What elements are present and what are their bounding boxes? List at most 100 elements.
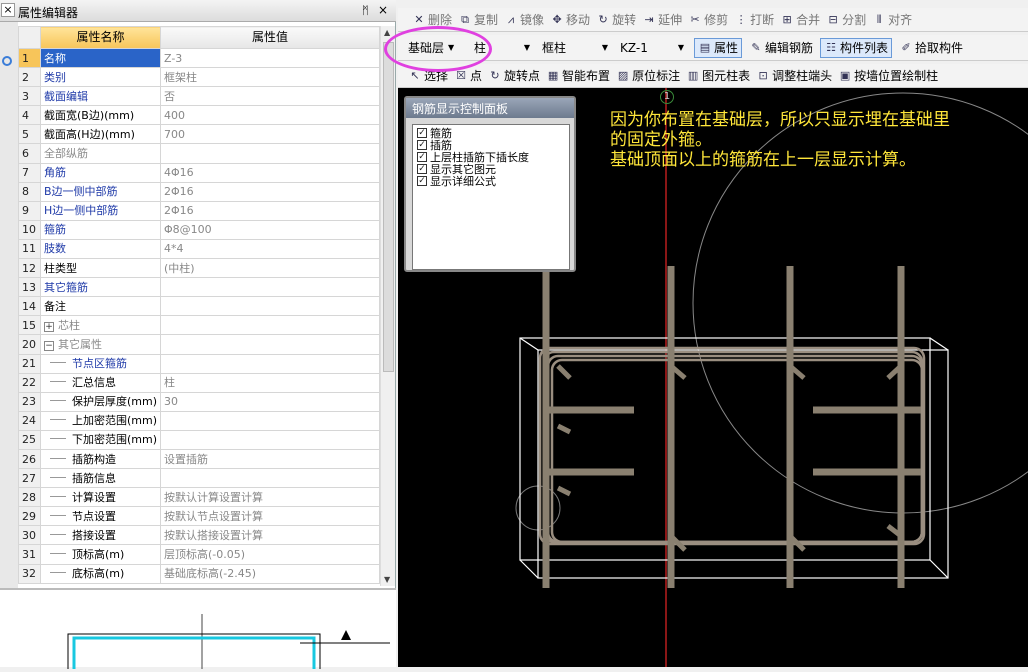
table-row[interactable]: 3 截面编辑 否 bbox=[18, 86, 380, 107]
attribute-button[interactable]: ▤ 属性 bbox=[694, 37, 743, 58]
property-value[interactable]: 框架柱 bbox=[160, 67, 380, 88]
draw-tool-4[interactable]: ▨ 原位标注 bbox=[616, 67, 680, 84]
toolbar-item-7[interactable]: ⋮ 打断 bbox=[734, 11, 775, 28]
component-list-button[interactable]: ☷ 构件列表 bbox=[820, 37, 893, 58]
checkbox[interactable]: ✓ bbox=[417, 128, 427, 138]
property-scrollbar[interactable]: ▲ ▼ bbox=[380, 26, 395, 586]
table-row[interactable]: 2 类别 框架柱 bbox=[18, 67, 380, 88]
control-checkbox-4[interactable]: ✓ 显示详细公式 bbox=[417, 175, 565, 187]
table-row[interactable]: 31 顶标高(m) 层顶标高(-0.05) bbox=[18, 544, 380, 565]
element-dropdown[interactable]: KZ-1 ▼ bbox=[620, 38, 690, 58]
toolbar-item-5[interactable]: ⇥ 延伸 bbox=[642, 11, 682, 28]
toolbar-item-6[interactable]: ✂ 修剪 bbox=[688, 11, 728, 28]
property-value[interactable] bbox=[160, 468, 380, 489]
property-value[interactable]: 按默认搭接设置计算 bbox=[160, 525, 380, 546]
control-checkbox-2[interactable]: ✓ 上层柱插筋下插长度 bbox=[417, 151, 565, 163]
table-row[interactable]: 28 计算设置 按默认计算设置计算 bbox=[18, 487, 380, 508]
table-row[interactable]: 29 节点设置 按默认节点设置计算 bbox=[18, 506, 380, 527]
table-row[interactable]: 13 其它箍筋 bbox=[18, 277, 380, 298]
table-row[interactable]: 27 插筋信息 bbox=[18, 468, 380, 489]
control-checkbox-1[interactable]: ✓ 插筋 bbox=[417, 139, 565, 151]
control-checkbox-0[interactable]: ✓ 箍筋 bbox=[417, 127, 565, 139]
draw-tool-5[interactable]: ▥ 图元柱表 bbox=[686, 67, 750, 84]
edit-rebar-button[interactable]: ✎ 编辑钢筋 bbox=[745, 38, 817, 58]
property-value[interactable] bbox=[160, 334, 380, 355]
property-value[interactable]: 4Φ16 bbox=[160, 162, 380, 183]
property-value[interactable]: 按默认节点设置计算 bbox=[160, 506, 380, 527]
property-value[interactable] bbox=[160, 277, 380, 298]
table-row[interactable]: 14 备注 bbox=[18, 296, 380, 317]
table-row[interactable]: 7 角筋 4Φ16 bbox=[18, 162, 380, 183]
property-value[interactable]: 按默认计算设置计算 bbox=[160, 487, 380, 508]
property-value[interactable] bbox=[160, 143, 380, 164]
table-row[interactable]: 20− 其它属性 bbox=[18, 334, 380, 355]
table-row[interactable]: 5 截面高(H边)(mm) 700 bbox=[18, 124, 380, 145]
draw-tool-7[interactable]: ▣ 按墙位置绘制柱 bbox=[838, 67, 938, 84]
toolbar-item-1[interactable]: ⧉ 复制 bbox=[458, 11, 498, 28]
property-value[interactable]: 2Φ16 bbox=[160, 200, 380, 221]
table-row[interactable]: 15 + 芯柱 bbox=[18, 315, 380, 336]
table-row[interactable]: 10 箍筋 Φ8@100 bbox=[18, 219, 380, 240]
table-row[interactable]: 8 B边一侧中部筋 2Φ16 bbox=[18, 181, 380, 202]
draw-tool-2[interactable]: ↻ 旋转点 bbox=[488, 67, 540, 84]
property-value[interactable]: 30 bbox=[160, 391, 380, 412]
property-value[interactable]: 柱 bbox=[160, 372, 380, 393]
expand-toggle-icon[interactable]: + bbox=[44, 321, 54, 332]
toolbar-item-3[interactable]: ✥ 移动 bbox=[550, 11, 590, 28]
table-row[interactable]: 32 底标高(m) 基础底标高(-2.45) bbox=[18, 563, 380, 584]
property-value[interactable]: 400 bbox=[160, 105, 380, 126]
property-value[interactable]: Φ8@100 bbox=[160, 219, 380, 240]
checkbox[interactable]: ✓ bbox=[417, 140, 427, 150]
table-row[interactable]: 24 上加密范围(mm) bbox=[18, 410, 380, 431]
property-value[interactable]: 否 bbox=[160, 86, 380, 107]
table-row[interactable]: 30 搭接设置 按默认搭接设置计算 bbox=[18, 525, 380, 546]
table-row[interactable]: 22 汇总信息 柱 bbox=[18, 372, 380, 393]
table-row[interactable]: 1 名称 Z-3 bbox=[18, 47, 380, 69]
close-left-icon[interactable]: × bbox=[1, 3, 15, 17]
toolbar-item-10[interactable]: ⫴ 对齐 bbox=[872, 11, 912, 28]
property-value[interactable]: 700 bbox=[160, 124, 380, 145]
toolbar-label: 打断 bbox=[750, 13, 775, 27]
close-icon[interactable]: × bbox=[378, 3, 388, 17]
property-value[interactable] bbox=[160, 429, 380, 450]
table-row[interactable]: 11 肢数 4*4 bbox=[18, 238, 380, 260]
property-value[interactable]: (中柱) bbox=[160, 258, 380, 279]
draw-tool-6[interactable]: ⊡ 调整柱端头 bbox=[756, 67, 832, 84]
pin-icon[interactable]: ᛗ bbox=[362, 4, 369, 17]
property-value[interactable] bbox=[160, 315, 380, 336]
scroll-thumb[interactable] bbox=[383, 42, 394, 372]
draw-tool-3[interactable]: ▦ 智能布置 bbox=[546, 67, 610, 84]
table-row[interactable]: 9 H边一侧中部筋 2Φ16 bbox=[18, 200, 380, 221]
checkbox[interactable]: ✓ bbox=[417, 164, 427, 174]
table-row[interactable]: 21 节点区箍筋 bbox=[18, 353, 380, 374]
table-row[interactable]: 6 全部纵筋 bbox=[18, 143, 380, 164]
subtype-dropdown[interactable]: 框柱 ▼ bbox=[542, 38, 616, 58]
property-value[interactable] bbox=[160, 296, 380, 317]
pick-component-button[interactable]: ✐ 拾取构件 bbox=[895, 38, 967, 58]
property-value[interactable]: Z-3 bbox=[160, 47, 380, 69]
toolbar-item-9[interactable]: ⊟ 分割 bbox=[826, 11, 867, 28]
table-row[interactable]: 4 截面宽(B边)(mm) 400 bbox=[18, 105, 380, 126]
expand-toggle-icon[interactable]: − bbox=[44, 340, 54, 351]
3d-canvas[interactable]: 1 钢筋显示控制面板 ✓ 箍筋 ✓ 插筋 ✓ 上层柱插筋下插长度 ✓ 显示其它图元 ✓ 显示详细公… bbox=[398, 88, 1028, 667]
table-row[interactable]: 26 插筋构造 设置插筋 bbox=[18, 448, 380, 470]
toolbar-item-2[interactable]: ⩘ 镜像 bbox=[504, 11, 544, 28]
table-row[interactable]: 12 柱类型 (中柱) bbox=[18, 258, 380, 279]
table-row[interactable]: 23 保护层厚度(mm) 30 bbox=[18, 391, 380, 412]
property-value[interactable] bbox=[160, 353, 380, 374]
property-value[interactable]: 4*4 bbox=[160, 238, 380, 260]
scroll-down-icon[interactable]: ▼ bbox=[384, 575, 390, 584]
property-value[interactable]: 层顶标高(-0.05) bbox=[160, 544, 380, 565]
scroll-up-icon[interactable]: ▲ bbox=[384, 28, 390, 37]
checkbox[interactable]: ✓ bbox=[417, 152, 427, 162]
property-value[interactable]: 设置插筋 bbox=[160, 448, 380, 470]
row-index: 22 bbox=[18, 372, 41, 393]
toolbar-item-4[interactable]: ↻ 旋转 bbox=[596, 11, 636, 28]
property-value[interactable]: 基础底标高(-2.45) bbox=[160, 563, 380, 584]
toolbar-item-8[interactable]: ⊞ 合并 bbox=[780, 11, 821, 28]
control-checkbox-3[interactable]: ✓ 显示其它图元 bbox=[417, 163, 565, 175]
table-row[interactable]: 25 下加密范围(mm) bbox=[18, 429, 380, 450]
property-value[interactable]: 2Φ16 bbox=[160, 181, 380, 202]
property-value[interactable] bbox=[160, 410, 380, 431]
checkbox[interactable]: ✓ bbox=[417, 176, 427, 186]
